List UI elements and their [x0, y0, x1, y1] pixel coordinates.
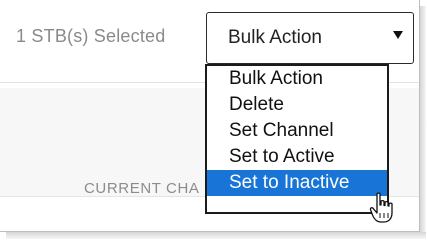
- hand-pointer-icon: [369, 192, 393, 223]
- menu-item-bulk-action[interactable]: Bulk Action: [207, 66, 387, 92]
- bulk-action-menu: Bulk Action Delete Set Channel Set to Ac…: [205, 64, 389, 214]
- menu-item-set-to-active[interactable]: Set to Active: [207, 144, 387, 170]
- menu-item-delete[interactable]: Delete: [207, 92, 387, 118]
- menu-item-set-to-inactive[interactable]: Set to Inactive: [207, 170, 387, 196]
- selected-count-label: 1 STB(s) Selected: [16, 26, 166, 46]
- column-header-current-channel[interactable]: CURRENT CHA: [84, 180, 200, 197]
- caret-down-icon: [393, 31, 403, 39]
- panel-shadow-right: [420, 6, 426, 238]
- bulk-action-select[interactable]: Bulk Action: [206, 12, 414, 64]
- menu-item-set-channel[interactable]: Set Channel: [207, 118, 387, 144]
- bulk-action-select-value: Bulk Action: [228, 27, 322, 48]
- panel-shadow-bottom: [6, 232, 426, 239]
